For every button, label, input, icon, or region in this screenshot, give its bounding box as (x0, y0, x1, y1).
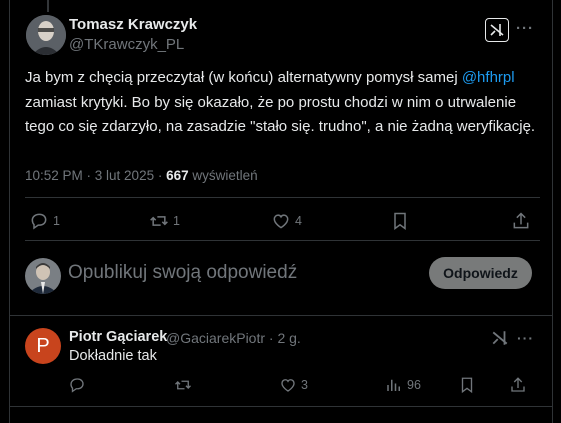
repost-icon (175, 380, 191, 390)
grok-icon[interactable] (491, 329, 509, 352)
bookmark-button[interactable] (390, 211, 410, 231)
reply-count: 1 (53, 214, 60, 228)
divider (25, 197, 540, 198)
mention-link[interactable]: @hfhrpl (462, 69, 515, 86)
author-avatar[interactable] (26, 15, 66, 55)
like-icon (281, 379, 295, 392)
bookmark-icon (461, 377, 473, 394)
reply-input[interactable]: Opublikuj swoją odpowiedź (68, 262, 297, 284)
divider (9, 406, 553, 407)
views-icon (387, 379, 400, 391)
reply-text: Dokładnie tak (69, 348, 157, 364)
reply-button[interactable]: 1 (29, 211, 60, 231)
reply-views-count: 96 (407, 378, 421, 392)
reply-like-button[interactable]: 3 (279, 376, 308, 394)
reply-reply-button[interactable] (68, 376, 86, 394)
more-icon[interactable]: ··· (516, 20, 534, 37)
reply-icon (31, 213, 47, 230)
reply-repost-button[interactable] (174, 376, 192, 394)
like-count: 4 (295, 214, 302, 228)
divider (25, 240, 540, 241)
reply-bookmark-button[interactable] (458, 376, 476, 394)
share-icon (511, 377, 525, 392)
more-icon[interactable]: ··· (517, 330, 534, 346)
share-icon (513, 212, 529, 229)
repost-icon (150, 216, 168, 226)
reply-author-avatar[interactable]: P (25, 328, 61, 364)
tweet-meta: 10:52 PM · 3 lut 2025 · 667 wyświetleń (25, 168, 258, 183)
bookmark-icon (394, 212, 406, 230)
repost-count: 1 (173, 214, 180, 228)
like-icon (273, 214, 289, 229)
tweet-text-part1: Ja bym z chęcią przeczytał (w końcu) alt… (25, 69, 462, 86)
tweet-text-part2: zamiast krytyki. Bo by się okazało, że p… (25, 93, 536, 136)
tweet-timestamp[interactable]: 10:52 PM · 3 lut 2025 · (25, 168, 166, 183)
share-button[interactable] (511, 211, 531, 231)
author-handle[interactable]: @TKrawczyk_PL (69, 36, 184, 53)
reply-icon (70, 378, 84, 393)
reply-views-button[interactable]: 96 (385, 376, 421, 394)
divider (9, 315, 553, 316)
views-label: wyświetleń (188, 168, 258, 183)
grok-icon[interactable] (485, 18, 509, 42)
reply-like-count: 3 (301, 378, 308, 392)
repost-button[interactable]: 1 (149, 211, 180, 231)
like-button[interactable]: 4 (271, 211, 302, 231)
reply-author-handle[interactable]: @GaciarekPiotr · 2 g. (166, 330, 301, 346)
author-name[interactable]: Tomasz Krawczyk (69, 16, 197, 33)
reply-author-name[interactable]: Piotr Gąciarek (69, 329, 167, 345)
thread-connector-line (47, 0, 49, 12)
current-user-avatar[interactable] (25, 258, 61, 294)
reply-submit-button[interactable]: Odpowiedz (429, 257, 532, 289)
views-count: 667 (166, 168, 189, 183)
reply-share-button[interactable] (509, 376, 527, 394)
tweet-text: Ja bym z chęcią przeczytał (w końcu) alt… (25, 66, 540, 140)
